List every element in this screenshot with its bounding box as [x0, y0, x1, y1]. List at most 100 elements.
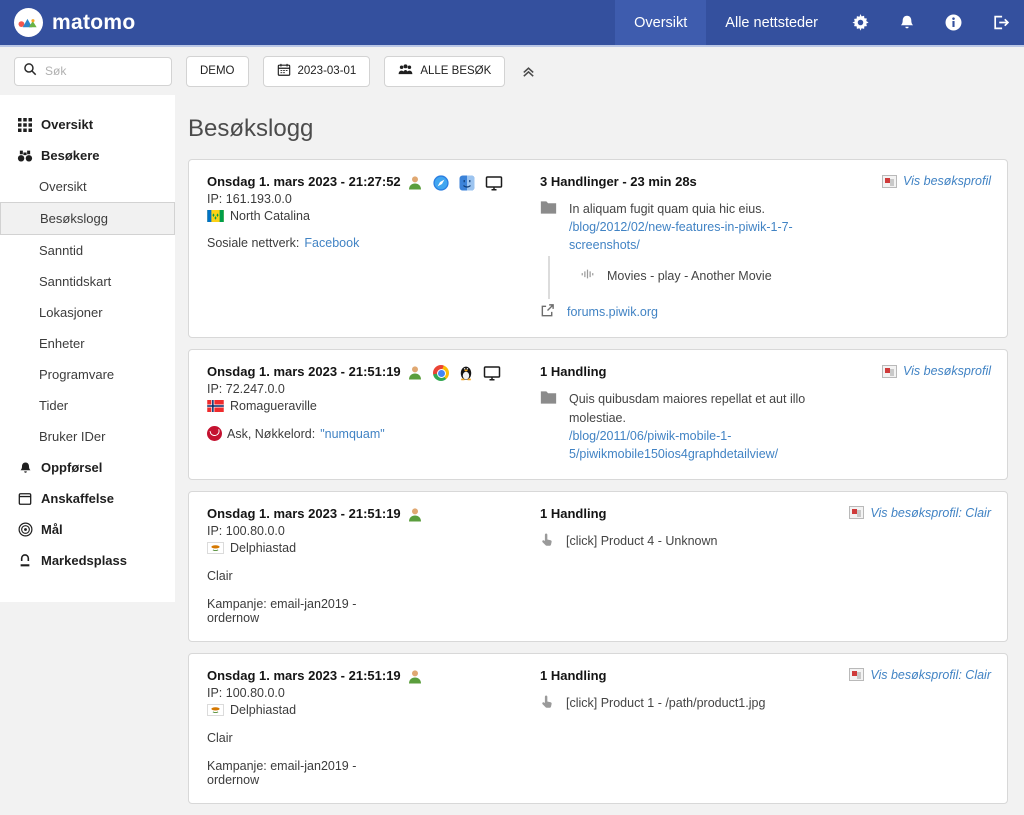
visit-card-3: Onsdag 1. mars 2023 - 21:51:19 IP: 100.8… — [188, 491, 1008, 642]
sidebar-item-label: Programvare — [39, 367, 114, 382]
search-box[interactable] — [14, 57, 172, 86]
north-catalina-flag-icon — [207, 210, 224, 222]
date-range-label: 2023-03-01 — [298, 65, 357, 77]
sidebar-item-label: Tider — [39, 398, 68, 413]
visit-card-1: Onsdag 1. mars 2023 - 21:27:52 IP: 161.1… — [188, 159, 1008, 338]
date-range-button[interactable]: 2023-03-01 — [263, 56, 371, 87]
visit-datetime: Onsdag 1. mars 2023 - 21:51:19 — [207, 668, 407, 683]
site-selector-button[interactable]: DEMO — [186, 56, 249, 87]
click-hand-icon — [540, 532, 554, 552]
visit-ip: IP: 100.80.0.0 — [207, 686, 407, 700]
visitor-profile-label: Vis besøksprofil — [903, 364, 991, 378]
sidebar-item-lokasjoner[interactable]: Lokasjoner — [0, 297, 175, 328]
sidebar-item-besokere[interactable]: Besøkere — [0, 140, 175, 171]
nav-item-oversikt[interactable]: Oversikt — [615, 0, 706, 45]
sidebar-item-label: Sanntid — [39, 243, 83, 258]
visitor-profile-link[interactable]: Vis besøksprofil: Clair — [849, 506, 991, 520]
visitor-profile-icon — [849, 506, 864, 519]
search-icon — [23, 62, 37, 81]
actions-summary: 1 Handling — [540, 506, 856, 521]
target-icon — [16, 522, 34, 537]
visitor-profile-label: Vis besøksprofil: Clair — [870, 506, 991, 520]
sidebar-item-sanntid[interactable]: Sanntid — [0, 235, 175, 266]
nav-item-alle-nettsteder[interactable]: Alle nettsteder — [706, 0, 837, 45]
pageview-url-link[interactable]: /blog/2012/02/new-features-in-piwik-1-7-… — [569, 220, 793, 252]
matomo-logo-icon — [14, 8, 43, 37]
desktop-icon — [485, 175, 503, 321]
cyprus-flag-icon — [207, 704, 224, 716]
top-navbar: matomo Oversikt Alle nettsteder — [0, 0, 1024, 47]
sidebar-item-label: Bruker IDer — [39, 429, 105, 444]
sidebar-item-label: Sanntidskart — [39, 274, 111, 289]
folder-icon — [540, 390, 557, 410]
sidebar-item-label: Oppførsel — [41, 460, 102, 475]
macos-icon — [459, 175, 475, 321]
visitor-profile-link[interactable]: Vis besøksprofil — [882, 364, 991, 378]
referrer-label: Ask, Nøkkelord: — [227, 427, 315, 441]
action-branch: Movies - play - Another Movie — [548, 256, 856, 299]
chrome-icon — [433, 365, 449, 381]
segment-selector-label: ALLE BESØK — [420, 65, 491, 77]
sidebar-item-oppforsel[interactable]: Oppførsel — [0, 452, 175, 483]
search-input[interactable] — [43, 63, 163, 79]
sidebar-item-besokslogg[interactable]: Besøkslogg — [0, 202, 175, 235]
visit-user: Clair — [207, 731, 233, 745]
visit-ip: IP: 161.193.0.0 — [207, 192, 407, 206]
sidebar-item-label: Mål — [41, 522, 63, 537]
sidebar-item-tider[interactable]: Tider — [0, 390, 175, 421]
keyword-link[interactable]: "numquam" — [320, 427, 384, 441]
gear-icon[interactable] — [837, 0, 884, 45]
actions-summary: 1 Handling — [540, 668, 856, 683]
segment-selector-button[interactable]: ALLE BESØK — [384, 56, 505, 87]
sidebar-item-oversikt-sub[interactable]: Oversikt — [0, 171, 175, 202]
linux-icon — [459, 365, 473, 463]
visit-card-2: Onsdag 1. mars 2023 - 21:51:19 IP: 72.24… — [188, 349, 1008, 480]
window-icon — [16, 492, 34, 506]
sidebar-item-mal[interactable]: Mål — [0, 514, 175, 545]
visit-user: Clair — [207, 569, 233, 583]
visit-datetime: Onsdag 1. mars 2023 - 21:51:19 — [207, 364, 407, 379]
visitor-profile-label: Vis besøksprofil — [903, 174, 991, 188]
actions-summary: 3 Handlinger - 23 min 28s — [540, 174, 856, 189]
sidebar-item-programvare[interactable]: Programvare — [0, 359, 175, 390]
bell-icon[interactable] — [884, 0, 930, 45]
sidebar-item-label: Anskaffelse — [41, 491, 114, 506]
sidebar-item-enheter[interactable]: Enheter — [0, 328, 175, 359]
sidebar-item-oversikt[interactable]: Oversikt — [0, 109, 175, 140]
sidebar-item-sanntidskart[interactable]: Sanntidskart — [0, 266, 175, 297]
visit-card-4: Onsdag 1. mars 2023 - 21:51:19 IP: 100.8… — [188, 653, 1008, 804]
toolbar: DEMO 2023-03-01 ALLE BESØK — [0, 47, 1024, 95]
visitor-profile-link[interactable]: Vis besøksprofil: Clair — [849, 668, 991, 682]
visit-location: North Catalina — [230, 209, 310, 223]
norway-flag-icon — [207, 400, 224, 412]
media-action: Movies - play - Another Movie — [607, 269, 772, 283]
outlink[interactable]: forums.piwik.org — [567, 305, 658, 319]
visit-campaign: Kampanje: email-jan2019 - ordernow — [207, 597, 407, 625]
referrer-link[interactable]: Facebook — [304, 236, 359, 250]
pageview-title: In aliquam fugit quam quia hic eius. — [569, 200, 856, 218]
signout-icon[interactable] — [977, 0, 1024, 45]
visit-datetime: Onsdag 1. mars 2023 - 21:27:52 — [207, 174, 407, 189]
sidebar-item-markedsplass[interactable]: Markedsplass — [0, 545, 175, 576]
visit-ip: IP: 100.80.0.0 — [207, 524, 407, 538]
sidebar-item-anskaffelse[interactable]: Anskaffelse — [0, 483, 175, 514]
collapse-header-icon[interactable] — [521, 64, 536, 79]
sidebar-item-label: Markedsplass — [41, 553, 127, 568]
sidebar-item-label: Oversikt — [39, 179, 87, 194]
bag-icon — [16, 553, 34, 568]
pageview-url-link[interactable]: /blog/2011/06/piwik-mobile-1-5/piwikmobi… — [569, 429, 778, 461]
grid-icon — [16, 118, 34, 132]
visitor-profile-link[interactable]: Vis besøksprofil — [882, 174, 991, 188]
page-title: Besøkslogg — [188, 115, 1008, 143]
sidebar-item-label: Besøkere — [41, 148, 100, 163]
info-icon[interactable] — [930, 0, 977, 45]
matomo-logo[interactable]: matomo — [14, 8, 135, 37]
visit-location: Romagueraville — [230, 399, 317, 413]
sidebar-item-bruker-ider[interactable]: Bruker IDer — [0, 421, 175, 452]
ask-search-icon — [207, 426, 222, 441]
visit-location: Delphiastad — [230, 703, 296, 717]
actions-summary: 1 Handling — [540, 364, 856, 379]
click-action: [click] Product 1 - /path/product1.jpg — [566, 694, 765, 712]
bell-icon — [16, 461, 34, 475]
sidebar-item-label: Besøkslogg — [40, 211, 108, 226]
